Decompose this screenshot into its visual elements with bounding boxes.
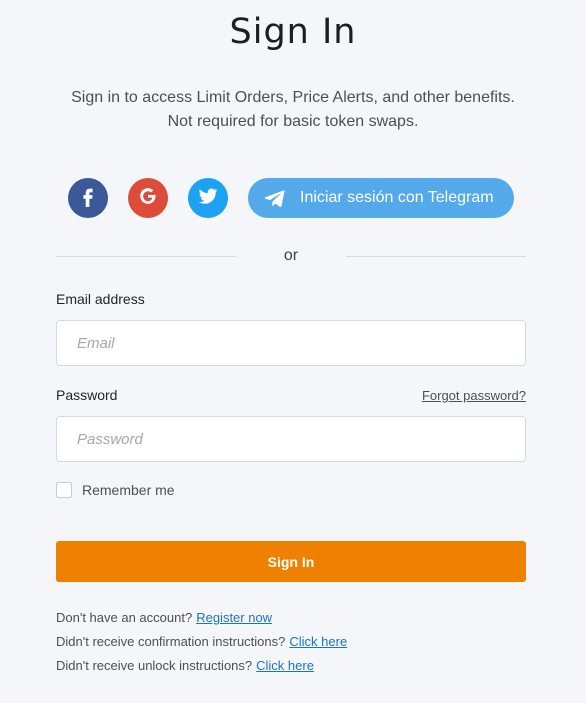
- register-prompt-text: Don't have an account?: [56, 610, 193, 625]
- telegram-icon: [262, 185, 288, 211]
- forgot-password-link[interactable]: Forgot password?: [422, 388, 526, 403]
- twitter-login-button[interactable]: [188, 178, 228, 218]
- telegram-login-label: Iniciar sesión con Telegram: [300, 189, 494, 206]
- telegram-login-button[interactable]: Iniciar sesión con Telegram: [248, 178, 514, 218]
- register-link[interactable]: Register now: [196, 610, 272, 625]
- page-title: Sign In: [229, 12, 357, 52]
- password-label: Password: [56, 387, 118, 403]
- twitter-icon: [197, 185, 219, 212]
- sign-in-button[interactable]: Sign In: [56, 541, 526, 582]
- google-icon: [138, 186, 158, 211]
- register-prompt: Don't have an account? Register now: [56, 610, 272, 625]
- email-input[interactable]: [56, 320, 526, 366]
- unlock-prompt-text: Didn't receive unlock instructions?: [56, 658, 253, 673]
- page-subtitle: Sign in to access Limit Orders, Price Al…: [0, 86, 586, 134]
- subtitle-line-2: Not required for basic token swaps.: [167, 113, 419, 130]
- divider-or-text: or: [283, 247, 299, 264]
- divider-left: [56, 256, 236, 257]
- unlock-link[interactable]: Click here: [256, 658, 314, 673]
- remember-me-checkbox[interactable]: [56, 482, 72, 498]
- confirmation-link[interactable]: Click here: [289, 634, 347, 649]
- subtitle-line-1: Sign in to access Limit Orders, Price Al…: [71, 89, 515, 106]
- confirmation-prompt: Didn't receive confirmation instructions…: [56, 634, 347, 649]
- facebook-login-button[interactable]: [68, 178, 108, 218]
- password-input[interactable]: [56, 416, 526, 462]
- unlock-prompt: Didn't receive unlock instructions? Click…: [56, 658, 314, 673]
- email-label: Email address: [56, 291, 145, 307]
- remember-me-label[interactable]: Remember me: [82, 482, 175, 498]
- confirmation-prompt-text: Didn't receive confirmation instructions…: [56, 634, 286, 649]
- google-login-button[interactable]: [128, 178, 168, 218]
- divider-right: [346, 256, 526, 257]
- facebook-icon: [77, 185, 99, 212]
